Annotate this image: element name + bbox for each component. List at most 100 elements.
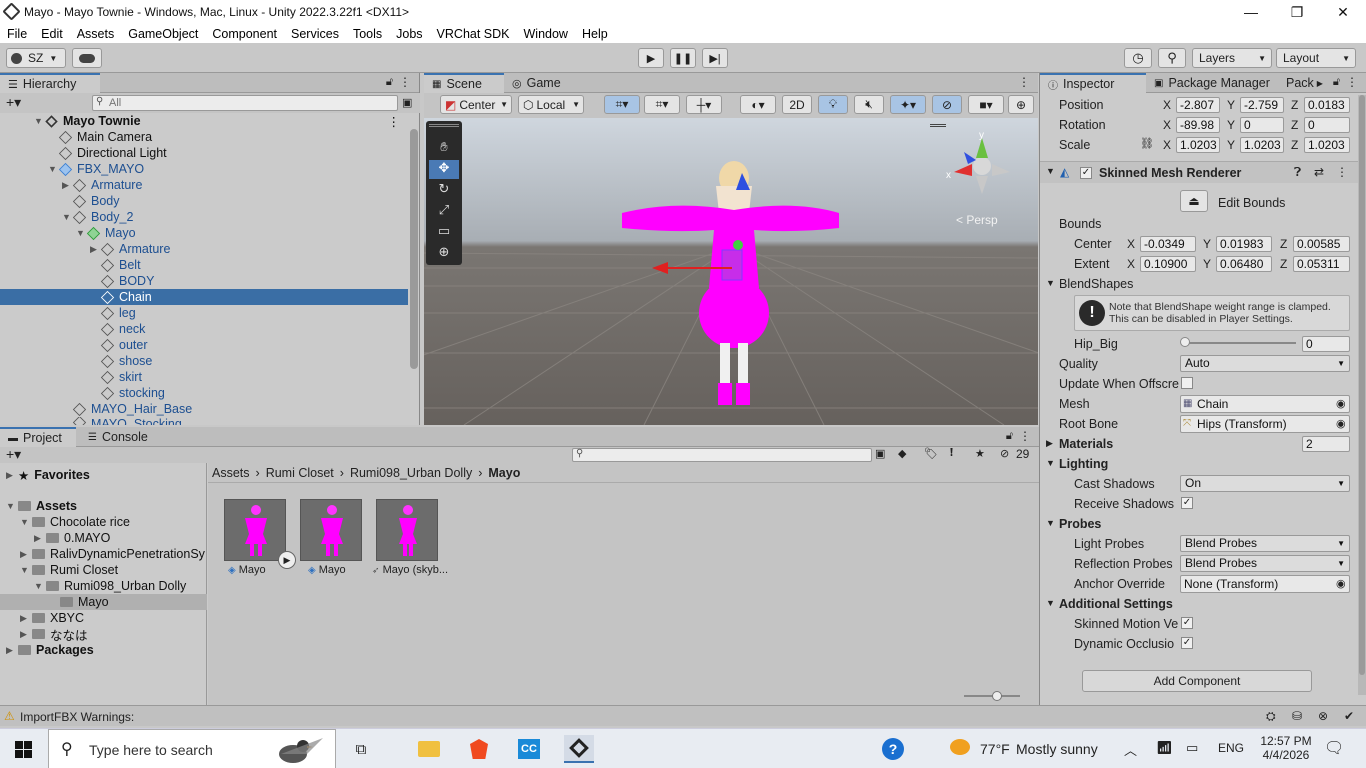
hierarchy-item[interactable]: Main Camera <box>0 129 408 145</box>
palette-grip[interactable] <box>429 124 459 127</box>
folder-item[interactable]: ▶ ななは <box>0 626 207 643</box>
effects-button[interactable]: ✦▾ <box>890 95 926 114</box>
expand-arrow-icon[interactable]: ▶ <box>1046 438 1053 449</box>
update-offscreen-checkbox[interactable] <box>1181 377 1193 389</box>
menu-help[interactable]: Help <box>575 27 615 41</box>
expand-asset-icon[interactable]: ▶ <box>278 551 296 569</box>
project-search-input[interactable] <box>572 448 872 462</box>
light-probes-dropdown[interactable]: Blend Probes <box>1180 535 1350 552</box>
rotation-z-field[interactable]: 0 <box>1304 117 1350 133</box>
space-dropdown[interactable]: ⬡ Local ▼ <box>518 95 584 114</box>
pause-button[interactable]: ❚❚ <box>670 48 696 68</box>
extent-y-field[interactable]: 0.06480 <box>1216 256 1272 272</box>
hierarchy-item-selected[interactable]: Chain <box>0 289 408 305</box>
more-options-icon[interactable]: ⋮ <box>399 75 411 89</box>
lock-icon[interactable]: 🔓︎ <box>1006 430 1013 443</box>
position-x-field[interactable]: -2.807 <box>1176 97 1220 113</box>
tab-console[interactable]: ☰ Console <box>80 427 160 447</box>
scene-root[interactable]: ▼ Mayo Townie ⋮ <box>0 113 408 129</box>
grid-snap-button[interactable]: ⌗▾ <box>604 95 640 114</box>
overlay-grip-icon[interactable] <box>930 124 946 127</box>
progress-icon[interactable]: ⊗ <box>1318 709 1328 723</box>
label-tag-icon[interactable]: 🏷︎ <box>924 447 938 460</box>
hand-tool-icon[interactable]: ✋︎ <box>429 139 459 158</box>
menu-assets[interactable]: Assets <box>70 27 122 41</box>
breadcrumb-item[interactable]: Rumi Closet <box>266 466 334 480</box>
layout-dropdown[interactable]: Layout ▼ <box>1276 48 1356 68</box>
visibility-toggle-button[interactable]: ⊘ <box>932 95 962 114</box>
hierarchy-item[interactable]: ▶ Armature <box>0 241 408 257</box>
hierarchy-scrollbar[interactable] <box>410 129 418 369</box>
component-header[interactable]: ▼ ◭ ✓ Skinned Mesh Renderer ❓︎ ⇄ ⋮ <box>1040 161 1360 183</box>
hierarchy-item[interactable]: leg <box>0 305 408 321</box>
menu-vrchat-sdk[interactable]: VRChat SDK <box>430 27 517 41</box>
tab-hierarchy[interactable]: ☰ Hierarchy <box>0 73 100 93</box>
breadcrumb-item[interactable]: Rumi098_Urban Dolly <box>350 466 472 480</box>
hierarchy-item[interactable]: MAYO_Hair_Base <box>0 401 408 417</box>
reflection-probes-dropdown[interactable]: Blend Probes <box>1180 555 1350 572</box>
menu-gameobject[interactable]: GameObject <box>121 27 205 41</box>
menu-file[interactable]: File <box>0 27 34 41</box>
menu-edit[interactable]: Edit <box>34 27 70 41</box>
task-view-button[interactable]: ⧉ <box>346 735 376 763</box>
more-options-icon[interactable]: ⋮ <box>1346 75 1358 89</box>
input-language[interactable]: ENG <box>1218 741 1244 755</box>
step-button[interactable]: ▶| <box>702 48 728 68</box>
transform-tool-icon[interactable]: ⊕ <box>429 244 459 263</box>
search-filter-icon[interactable]: ▣ <box>402 96 412 109</box>
account-dropdown[interactable]: SZ ▼ <box>6 48 66 68</box>
component-menu-icon[interactable]: ⋮ <box>1336 165 1348 179</box>
expand-arrow-icon[interactable]: ▶ <box>20 613 30 624</box>
weather-widget[interactable]: 77°F Mostly sunny <box>944 729 1110 768</box>
packages-item[interactable]: ▶ Packages <box>0 642 207 658</box>
lock-icon[interactable]: 🔓︎ <box>1333 76 1340 89</box>
rotation-y-field[interactable]: 0 <box>1240 117 1284 133</box>
assets-root-item[interactable]: ▼ Assets <box>0 498 207 514</box>
lock-icon[interactable]: 🔓︎ <box>386 76 393 89</box>
folder-item[interactable]: ▼ Chocolate rice <box>0 514 207 530</box>
quality-dropdown[interactable]: Auto <box>1180 355 1350 372</box>
hierarchy-item[interactable]: ▼ Mayo <box>0 225 408 241</box>
center-z-field[interactable]: 0.00585 <box>1293 236 1350 252</box>
file-explorer-button[interactable] <box>414 735 444 763</box>
brave-browser-button[interactable] <box>464 735 494 763</box>
hierarchy-item[interactable]: stocking <box>0 385 408 401</box>
menu-jobs[interactable]: Jobs <box>389 27 429 41</box>
unity-taskbar-button[interactable] <box>564 735 594 763</box>
folder-item[interactable]: ▼ Rumi Closet <box>0 562 207 578</box>
check-circle-icon[interactable]: ✔ <box>1344 709 1354 723</box>
draw-mode-button[interactable]: ◐▾ <box>740 95 776 114</box>
close-button[interactable]: ✕ <box>1320 0 1366 24</box>
hierarchy-item[interactable]: MAYO_Stocking <box>0 417 408 425</box>
cloud-button[interactable] <box>72 48 102 68</box>
mesh-field[interactable]: Chain <box>1180 395 1350 413</box>
2d-toggle-button[interactable]: 2D <box>782 95 812 114</box>
log-type-icon[interactable]: ❗︎ <box>950 447 953 460</box>
constrain-proportions-icon[interactable]: ⛓︎ <box>1140 137 1154 150</box>
cache-server-icon[interactable]: ⛁ <box>1292 709 1302 723</box>
add-component-button[interactable]: Add Component <box>1082 670 1312 692</box>
thumbnail-size-handle[interactable] <box>992 691 1002 701</box>
hip-big-slider-handle[interactable] <box>1180 337 1190 347</box>
hierarchy-item[interactable]: Body <box>0 193 408 209</box>
hip-big-field[interactable]: 0 <box>1302 336 1350 352</box>
scene-menu-icon[interactable]: ⋮ <box>388 114 401 129</box>
cast-shadows-dropdown[interactable]: On <box>1180 475 1350 492</box>
help-icon[interactable]: ❓︎ <box>1294 165 1301 180</box>
more-options-icon[interactable]: ⋮ <box>1019 429 1031 443</box>
receive-shadows-checkbox[interactable]: ✓ <box>1181 497 1193 509</box>
extent-z-field[interactable]: 0.05311 <box>1293 256 1350 272</box>
hierarchy-item[interactable]: skirt <box>0 369 408 385</box>
center-x-field[interactable]: -0.0349 <box>1140 236 1196 252</box>
orientation-gizmo[interactable]: x y <box>942 128 1022 198</box>
hierarchy-item[interactable]: Belt <box>0 257 408 273</box>
asset-thumbnail[interactable] <box>224 499 286 561</box>
asset-thumbnail[interactable] <box>376 499 438 561</box>
hierarchy-item[interactable]: shose <box>0 353 408 369</box>
folder-item[interactable]: ▼ Rumi098_Urban Dolly <box>0 578 207 594</box>
filter-type-icon[interactable]: ◆ <box>898 447 906 460</box>
hidden-packages-icon[interactable]: ⊘ <box>1000 447 1009 460</box>
add-icon[interactable]: +▾ <box>6 446 21 463</box>
rotation-x-field[interactable]: -89.98 <box>1176 117 1220 133</box>
expand-arrow-icon[interactable]: ▼ <box>1046 458 1055 468</box>
